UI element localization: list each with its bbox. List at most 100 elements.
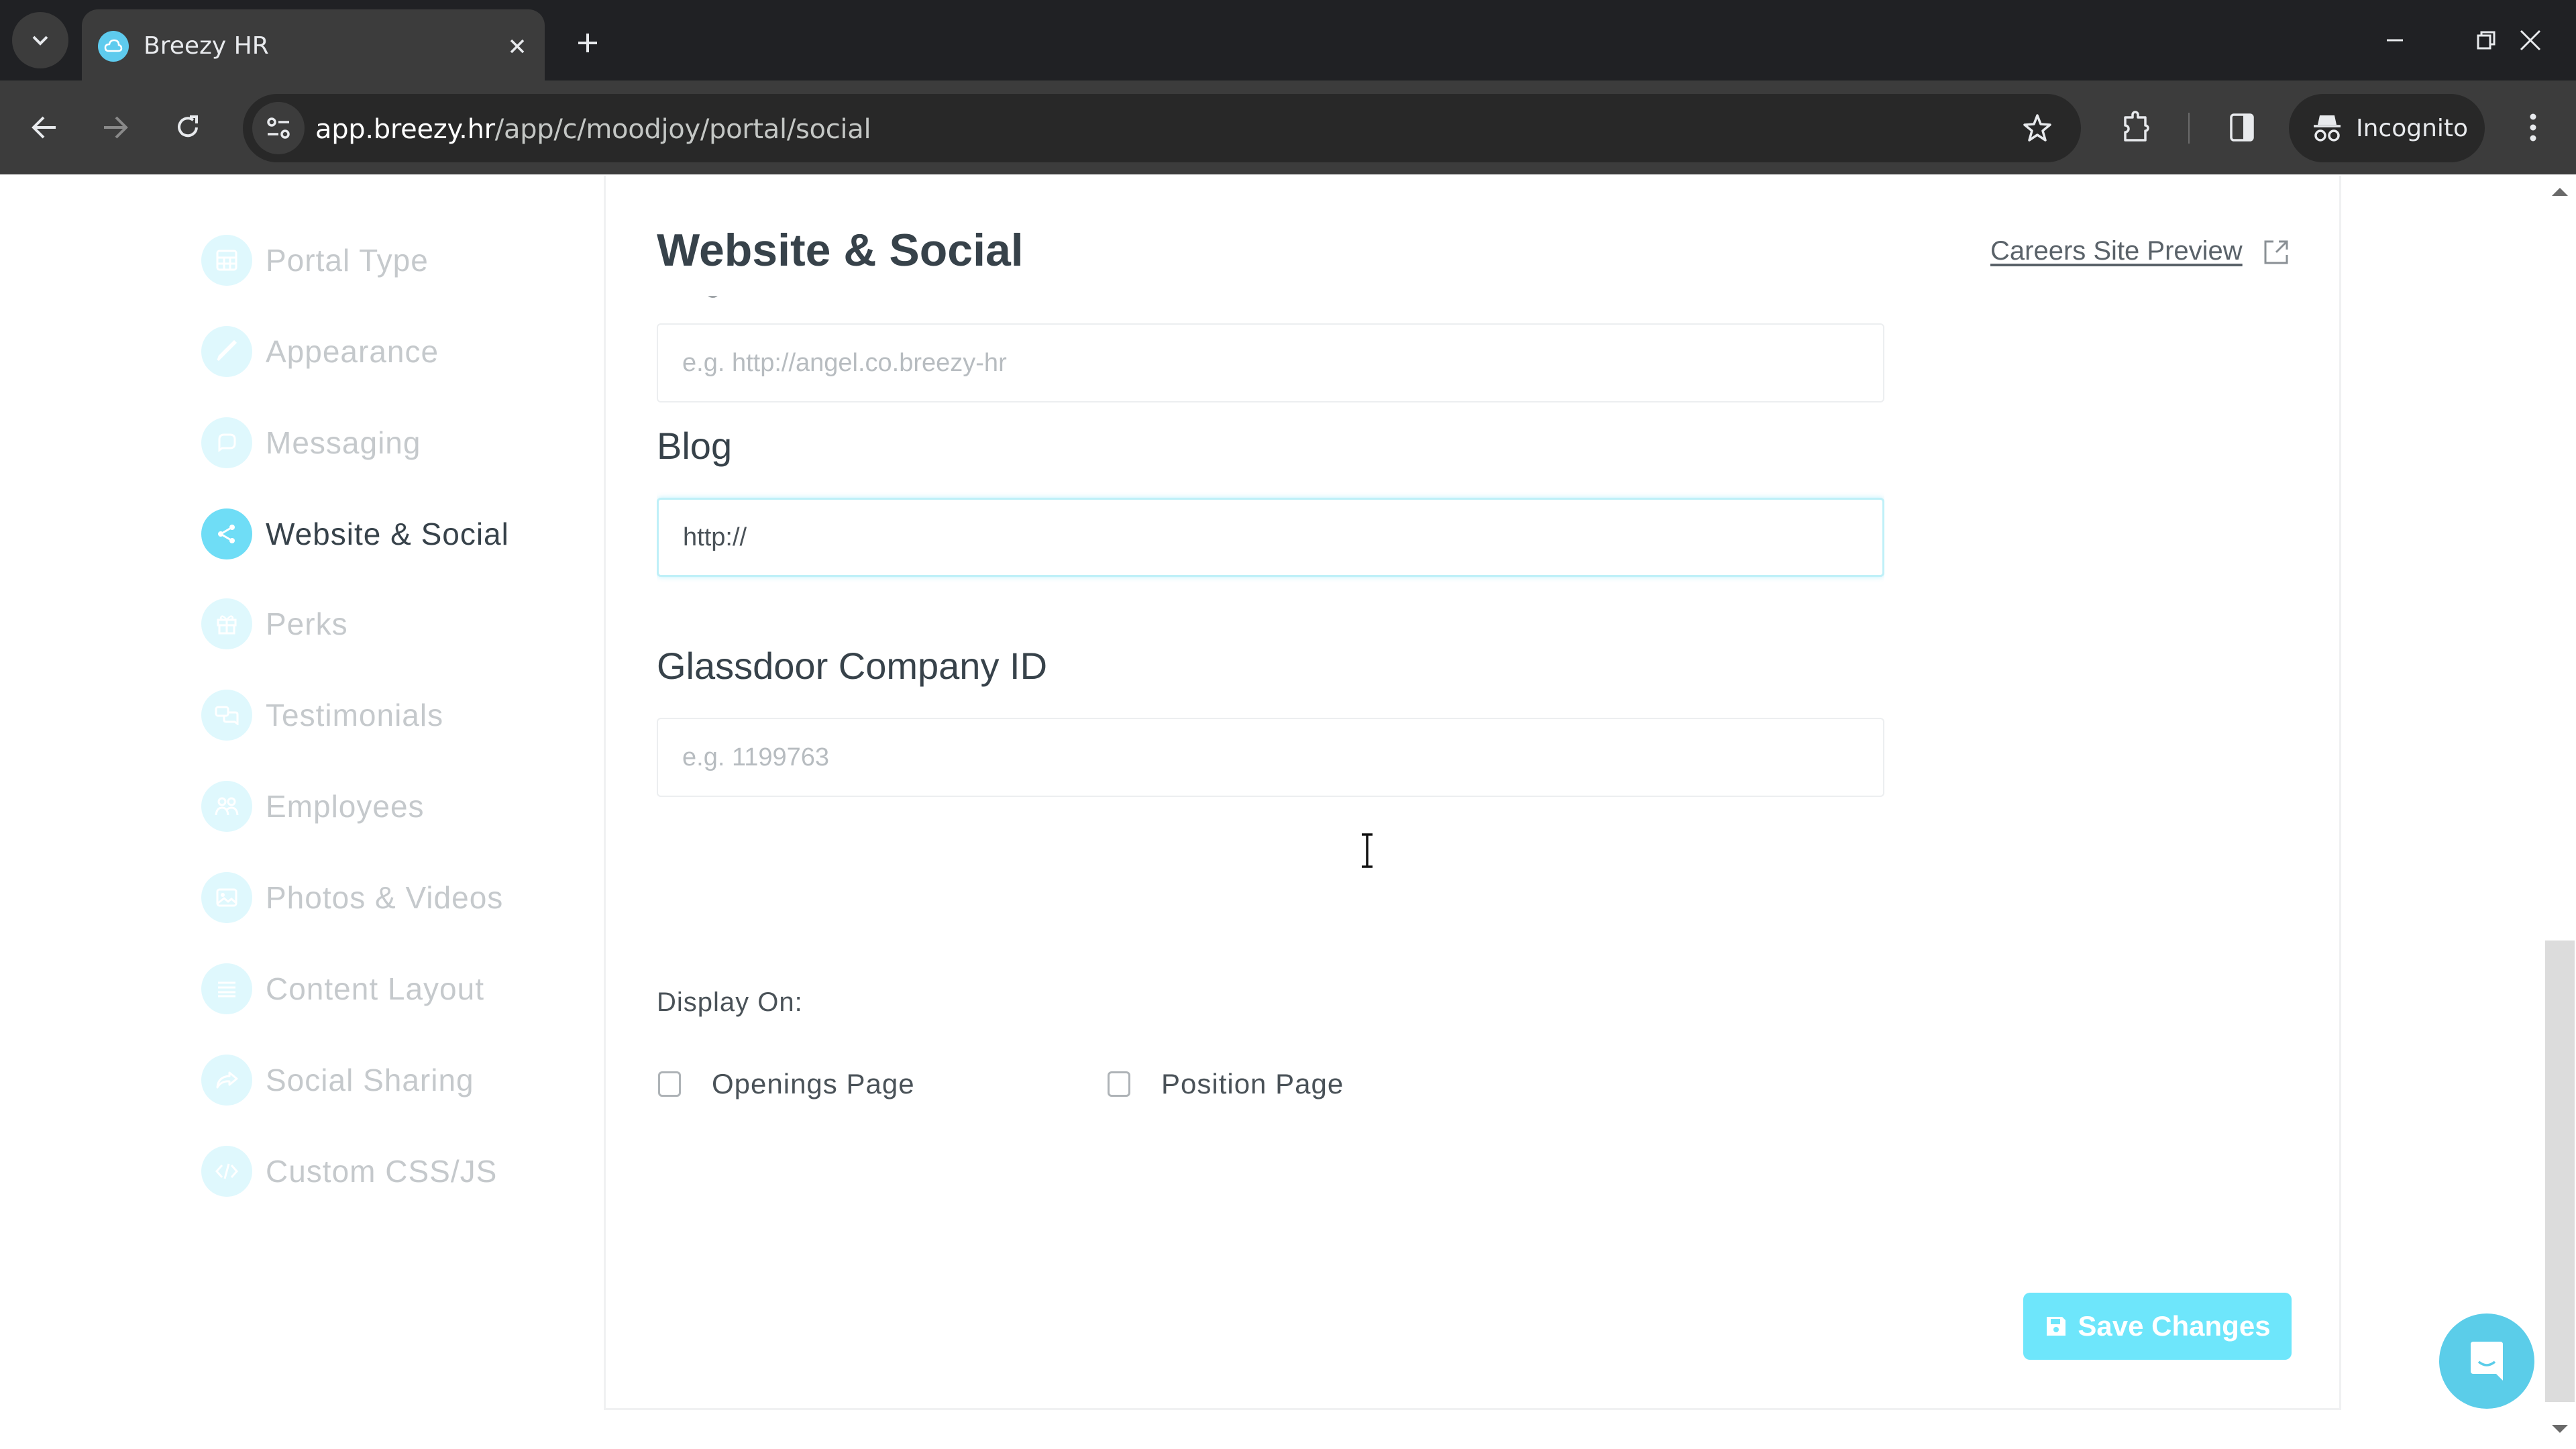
star-icon bbox=[2023, 114, 2051, 142]
sidebar-item-label: Portal Type bbox=[266, 243, 429, 278]
restore-icon bbox=[2477, 31, 2496, 50]
url-path: /app/c/moodjoy/portal/social bbox=[494, 114, 871, 145]
openings-page-label: Openings Page bbox=[712, 1068, 915, 1099]
floppy-disk-icon bbox=[2047, 1317, 2066, 1336]
chat-icon bbox=[201, 417, 252, 468]
forward-button[interactable] bbox=[89, 101, 142, 154]
sidebar-item-label: Website & Social bbox=[266, 517, 509, 551]
sidebar-item-label: Social Sharing bbox=[266, 1063, 474, 1097]
brush-icon bbox=[201, 326, 252, 377]
save-changes-button[interactable]: Save Changes bbox=[2023, 1293, 2292, 1360]
careers-site-preview-link[interactable]: Careers Site Preview bbox=[1990, 236, 2243, 266]
more-vert-icon bbox=[2530, 113, 2536, 142]
new-tab-button[interactable] bbox=[569, 24, 606, 62]
minimize-icon bbox=[2387, 39, 2403, 42]
openings-page-option[interactable]: Openings Page bbox=[658, 1068, 915, 1100]
code-icon bbox=[201, 1146, 252, 1197]
support-chat-button[interactable] bbox=[2439, 1313, 2534, 1409]
sidebar-item-label: Custom CSS/JS bbox=[266, 1154, 498, 1189]
portal-settings-sidebar: Portal Type Appearance Messaging Website… bbox=[0, 176, 604, 1410]
blog-label: Blog bbox=[657, 425, 733, 467]
close-icon bbox=[510, 39, 525, 54]
tab-search-button[interactable] bbox=[12, 12, 68, 68]
blog-input[interactable] bbox=[657, 498, 1884, 577]
page-content: Portal Type Appearance Messaging Website… bbox=[0, 176, 2576, 1449]
incognito-badge[interactable]: Incognito bbox=[2289, 94, 2485, 162]
scrollbar-thumb[interactable] bbox=[2545, 941, 2575, 1402]
browser-tab[interactable]: Breezy HR bbox=[82, 9, 545, 80]
reload-icon bbox=[178, 115, 198, 138]
sidebar-item-label: Content Layout bbox=[266, 971, 485, 1006]
sidebar-item-perks[interactable]: Perks bbox=[201, 597, 348, 651]
display-on-label: Display On: bbox=[657, 987, 803, 1017]
save-changes-label: Save Changes bbox=[2078, 1310, 2271, 1342]
extensions-button[interactable] bbox=[2109, 101, 2163, 154]
sidebar-item-label: Employees bbox=[266, 789, 425, 824]
sidebar-item-social-sharing[interactable]: Social Sharing bbox=[201, 1053, 474, 1107]
sidebar-item-label: Appearance bbox=[266, 334, 439, 369]
sidebar-item-custom-css-js[interactable]: Custom CSS/JS bbox=[201, 1144, 497, 1198]
list-icon bbox=[201, 963, 252, 1014]
text-cursor-icon bbox=[1362, 833, 1373, 868]
plus-icon bbox=[578, 34, 597, 52]
browser-titlebar: Breezy HR bbox=[0, 0, 2576, 80]
sidebar-item-messaging[interactable]: Messaging bbox=[201, 416, 421, 470]
bookmark-button[interactable] bbox=[2021, 111, 2054, 145]
chevron-down-icon bbox=[32, 36, 48, 46]
sidebar-item-label: Messaging bbox=[266, 425, 421, 460]
gift-icon bbox=[201, 598, 252, 649]
url-text[interactable]: app.breezy.hr/app/c/moodjoy/portal/socia… bbox=[315, 114, 871, 145]
url-host: app.breezy.hr bbox=[315, 114, 495, 145]
side-panel-icon bbox=[2230, 113, 2254, 142]
share-arrow-icon bbox=[201, 1055, 252, 1106]
sidebar-item-label: Photos & Videos bbox=[266, 880, 504, 915]
scroll-up-arrow-icon[interactable] bbox=[2552, 188, 2568, 196]
share-icon bbox=[201, 508, 252, 559]
toolbar-separator bbox=[2188, 113, 2190, 144]
sidebar-item-testimonials[interactable]: Testimonials bbox=[201, 688, 443, 742]
arrow-right-icon bbox=[104, 116, 128, 139]
sidebar-item-employees[interactable]: Employees bbox=[201, 780, 425, 833]
glassdoor-company-id-input[interactable] bbox=[657, 718, 1884, 797]
close-icon bbox=[2520, 30, 2541, 51]
glassdoor-label: Glassdoor Company ID bbox=[657, 645, 1048, 687]
side-panel-button[interactable] bbox=[2215, 101, 2269, 154]
breezy-favicon-icon bbox=[98, 31, 129, 62]
angellist-input[interactable] bbox=[657, 323, 1884, 402]
image-icon bbox=[201, 872, 252, 923]
website-social-panel: Website & Social Careers Site Preview An… bbox=[604, 176, 2341, 1410]
comments-icon bbox=[201, 690, 252, 741]
site-info-button[interactable] bbox=[252, 102, 305, 154]
page-scrollbar[interactable] bbox=[2544, 176, 2576, 1449]
page-title: Website & Social bbox=[657, 225, 1024, 276]
chat-smile-icon bbox=[2471, 1342, 2503, 1381]
reload-button[interactable] bbox=[161, 101, 215, 154]
sidebar-item-content-layout[interactable]: Content Layout bbox=[201, 962, 484, 1016]
position-page-checkbox[interactable] bbox=[1108, 1071, 1130, 1097]
incognito-label: Incognito bbox=[2356, 114, 2469, 142]
sidebar-item-appearance[interactable]: Appearance bbox=[201, 325, 439, 378]
scroll-down-arrow-icon[interactable] bbox=[2552, 1425, 2568, 1433]
openings-page-checkbox[interactable] bbox=[658, 1071, 681, 1097]
position-page-label: Position Page bbox=[1161, 1068, 1344, 1099]
angellist-label: AngelList bbox=[657, 297, 811, 299]
browser-toolbar: app.breezy.hr/app/c/moodjoy/portal/socia… bbox=[0, 80, 2576, 174]
grid-icon bbox=[201, 235, 252, 286]
incognito-icon bbox=[2314, 115, 2341, 142]
tab-title: Breezy HR bbox=[144, 32, 269, 60]
browser-menu-button[interactable] bbox=[2506, 101, 2560, 154]
position-page-option[interactable]: Position Page bbox=[1108, 1068, 1344, 1100]
sidebar-item-label: Perks bbox=[266, 606, 348, 641]
tab-close-button[interactable] bbox=[500, 30, 534, 63]
tune-icon bbox=[267, 117, 290, 139]
puzzle-icon bbox=[2124, 111, 2149, 142]
sidebar-item-portal-type[interactable]: Portal Type bbox=[201, 233, 429, 287]
sidebar-item-photos-videos[interactable]: Photos & Videos bbox=[201, 871, 503, 924]
people-icon bbox=[201, 781, 252, 832]
address-bar[interactable]: app.breezy.hr/app/c/moodjoy/portal/socia… bbox=[243, 94, 2081, 162]
back-button[interactable] bbox=[17, 101, 71, 154]
sidebar-item-website-social[interactable]: Website & Social bbox=[201, 507, 509, 561]
external-link-icon[interactable] bbox=[2261, 237, 2291, 267]
close-window-button[interactable] bbox=[2504, 13, 2557, 67]
minimize-button[interactable] bbox=[2368, 13, 2422, 67]
